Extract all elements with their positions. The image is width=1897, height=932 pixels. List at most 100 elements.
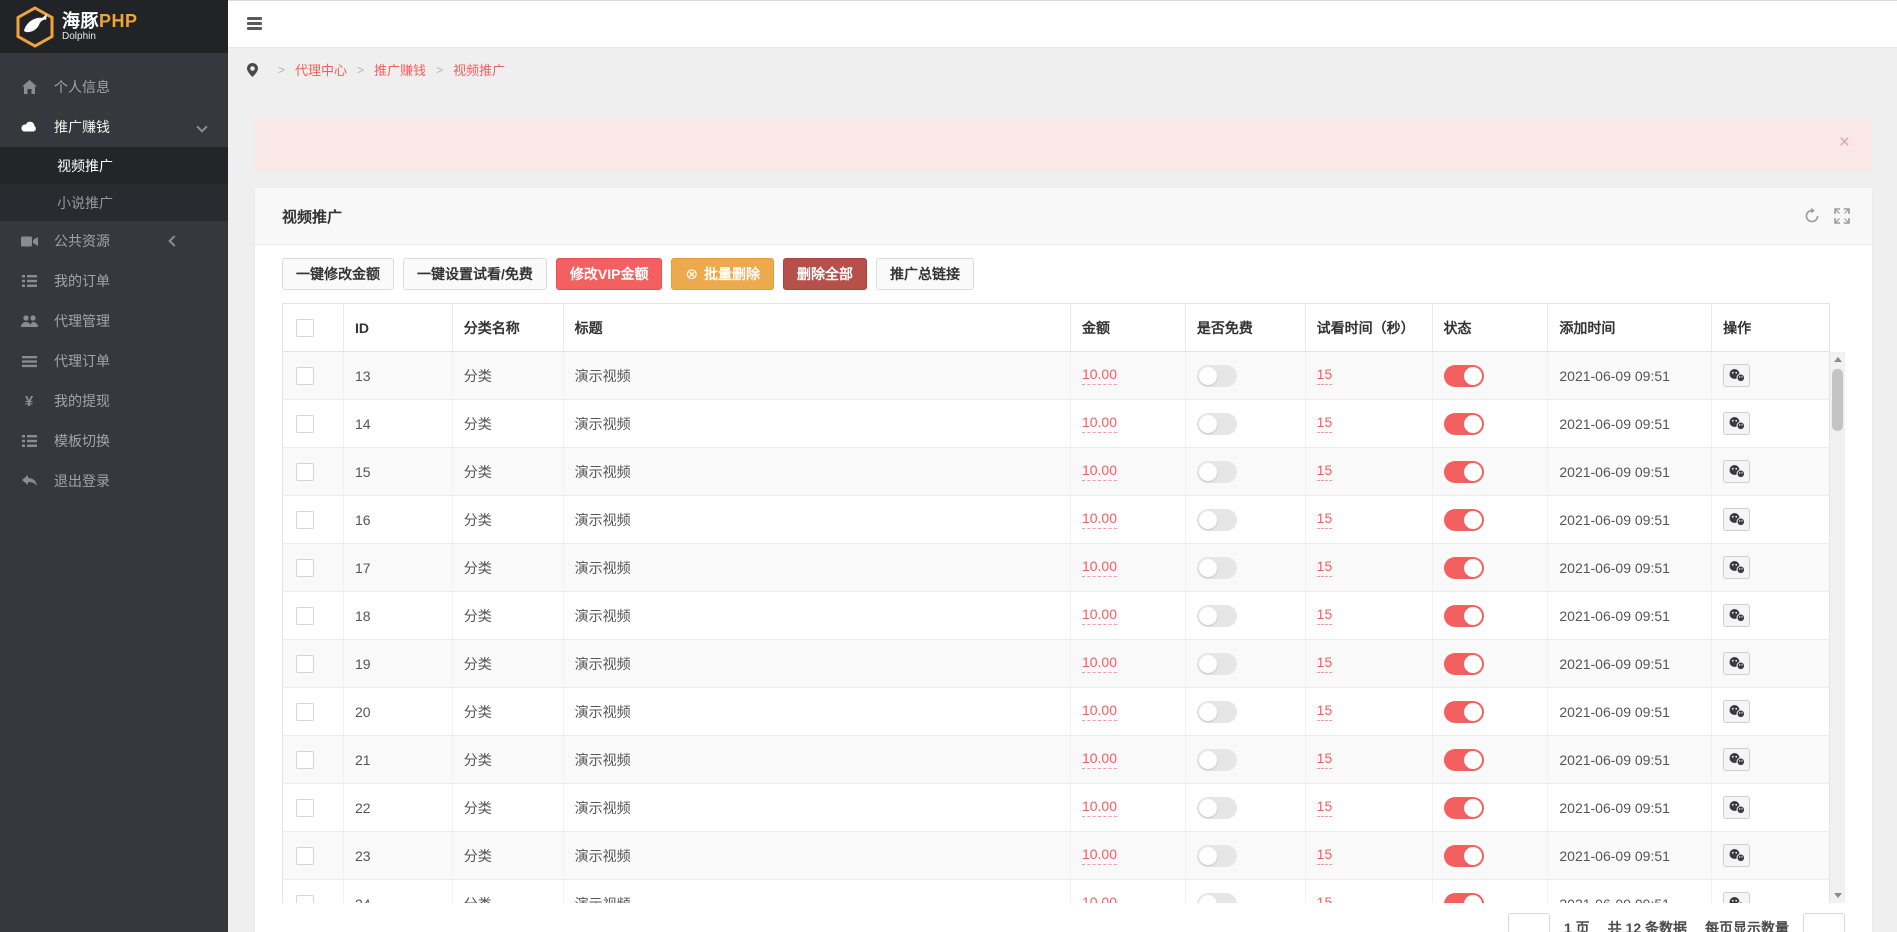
edit-vip-amount-button[interactable]: 修改VIP金额 [556,258,663,290]
row-checkbox[interactable] [296,847,314,865]
sidebar-subitem-novel-promo[interactable]: 小说推广 [0,184,228,221]
amount-edit-link[interactable]: 10.00 [1082,654,1117,673]
promo-link-button[interactable] [1723,364,1750,387]
status-toggle[interactable] [1444,461,1484,483]
select-all-checkbox[interactable] [296,319,314,337]
free-toggle[interactable] [1197,749,1237,771]
scroll-down-arrow[interactable] [1830,888,1845,903]
breadcrumb-link-agent-center[interactable]: 代理中心 [295,60,347,79]
preview-time-edit-link[interactable]: 15 [1317,750,1333,769]
free-toggle[interactable] [1197,797,1237,819]
row-checkbox[interactable] [296,751,314,769]
promo-link-button[interactable] [1723,652,1750,675]
amount-edit-link[interactable]: 10.00 [1082,462,1117,481]
row-checkbox[interactable] [296,655,314,673]
promo-link-button[interactable] [1723,412,1750,435]
preview-time-edit-link[interactable]: 15 [1317,462,1333,481]
close-icon[interactable]: × [1839,133,1850,152]
row-checkbox[interactable] [296,367,314,385]
row-checkbox[interactable] [296,895,314,904]
status-toggle[interactable] [1444,893,1484,904]
amount-edit-link[interactable]: 10.00 [1082,510,1117,529]
sidebar-item-profile[interactable]: 个人信息 [0,67,228,107]
delete-all-button[interactable]: 删除全部 [783,258,867,290]
free-toggle[interactable] [1197,605,1237,627]
promo-link-button[interactable] [1723,844,1750,867]
promo-link-button[interactable] [1723,892,1750,903]
preview-time-edit-link[interactable]: 15 [1317,558,1333,577]
amount-edit-link[interactable]: 10.00 [1082,894,1117,903]
sidebar-item-agent-orders[interactable]: 代理订单 [0,341,228,381]
free-toggle[interactable] [1197,653,1237,675]
preview-time-edit-link[interactable]: 15 [1317,414,1333,433]
preview-time-edit-link[interactable]: 15 [1317,606,1333,625]
per-page-select[interactable] [1803,913,1845,932]
free-toggle[interactable] [1197,845,1237,867]
free-toggle[interactable] [1197,509,1237,531]
amount-edit-link[interactable]: 10.00 [1082,558,1117,577]
promo-master-link-button[interactable]: 推广总链接 [876,258,974,290]
free-toggle[interactable] [1197,461,1237,483]
status-toggle[interactable] [1444,749,1484,771]
status-toggle[interactable] [1444,845,1484,867]
row-checkbox[interactable] [296,415,314,433]
row-checkbox[interactable] [296,463,314,481]
sidebar-item-template-switch[interactable]: 模板切换 [0,421,228,461]
batch-set-preview-free-button[interactable]: 一键设置试看/免费 [403,258,547,290]
batch-delete-button[interactable]: ⊗批量删除 [671,258,774,290]
sidebar-item-public-resources[interactable]: 公共资源 [0,221,228,261]
status-toggle[interactable] [1444,413,1484,435]
free-toggle[interactable] [1197,701,1237,723]
scrollbar-thumb[interactable] [1832,369,1843,431]
sidebar-item-logout[interactable]: 退出登录 [0,461,228,501]
fullscreen-icon[interactable] [1834,208,1850,224]
row-checkbox[interactable] [296,607,314,625]
amount-edit-link[interactable]: 10.00 [1082,750,1117,769]
page-jump-input[interactable] [1508,913,1550,932]
preview-time-edit-link[interactable]: 15 [1317,366,1333,385]
promo-link-button[interactable] [1723,556,1750,579]
status-toggle[interactable] [1444,557,1484,579]
preview-time-edit-link[interactable]: 15 [1317,654,1333,673]
free-toggle[interactable] [1197,557,1237,579]
free-toggle[interactable] [1197,413,1237,435]
status-toggle[interactable] [1444,365,1484,387]
status-toggle[interactable] [1444,701,1484,723]
table-scrollbar[interactable] [1830,352,1845,903]
preview-time-edit-link[interactable]: 15 [1317,510,1333,529]
row-checkbox[interactable] [296,799,314,817]
free-toggle[interactable] [1197,893,1237,904]
scroll-up-arrow[interactable] [1830,352,1845,367]
sidebar-item-agent-management[interactable]: 代理管理 [0,301,228,341]
preview-time-edit-link[interactable]: 15 [1317,702,1333,721]
free-toggle[interactable] [1197,365,1237,387]
amount-edit-link[interactable]: 10.00 [1082,366,1117,385]
row-checkbox[interactable] [296,559,314,577]
amount-edit-link[interactable]: 10.00 [1082,846,1117,865]
sidebar-subitem-video-promo[interactable]: 视频推广 [0,147,228,184]
promo-link-button[interactable] [1723,748,1750,771]
breadcrumb-link-promotion[interactable]: 推广赚钱 [374,60,426,79]
preview-time-edit-link[interactable]: 15 [1317,894,1333,903]
sidebar-item-my-withdrawal[interactable]: ¥ 我的提现 [0,381,228,421]
promo-link-button[interactable] [1723,796,1750,819]
status-toggle[interactable] [1444,653,1484,675]
amount-edit-link[interactable]: 10.00 [1082,702,1117,721]
refresh-icon[interactable] [1804,208,1820,224]
amount-edit-link[interactable]: 10.00 [1082,414,1117,433]
row-checkbox[interactable] [296,703,314,721]
status-toggle[interactable] [1444,605,1484,627]
brand-logo[interactable]: 海豚PHP Dolphin [0,0,228,53]
amount-edit-link[interactable]: 10.00 [1082,606,1117,625]
sidebar-item-promotion[interactable]: 推广赚钱 [0,107,228,147]
status-toggle[interactable] [1444,509,1484,531]
preview-time-edit-link[interactable]: 15 [1317,846,1333,865]
batch-edit-amount-button[interactable]: 一键修改金额 [282,258,394,290]
sidebar-item-my-orders[interactable]: 我的订单 [0,261,228,301]
promo-link-button[interactable] [1723,460,1750,483]
preview-time-edit-link[interactable]: 15 [1317,798,1333,817]
amount-edit-link[interactable]: 10.00 [1082,798,1117,817]
promo-link-button[interactable] [1723,604,1750,627]
promo-link-button[interactable] [1723,700,1750,723]
breadcrumb-link-video-promo[interactable]: 视频推广 [453,60,505,79]
